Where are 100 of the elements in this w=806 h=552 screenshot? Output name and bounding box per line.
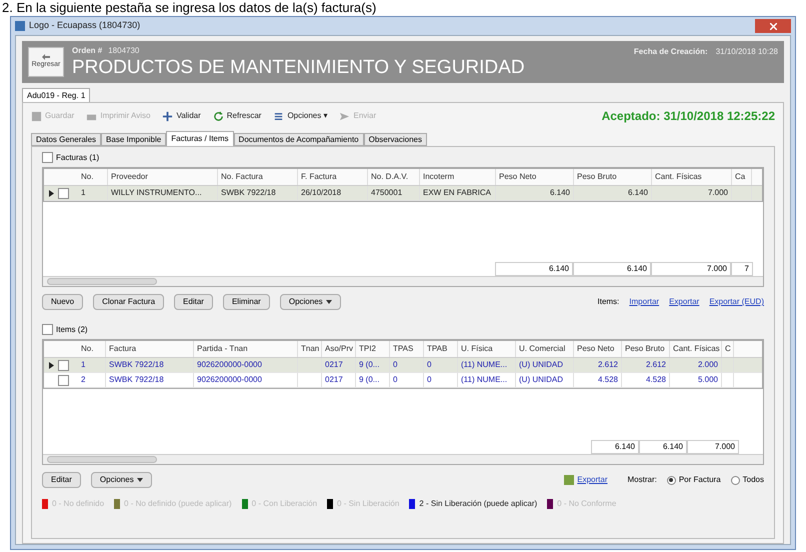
action-button[interactable]: Opciones <box>90 472 152 488</box>
column-header[interactable]: Factura <box>106 341 194 357</box>
column-header[interactable]: Cant. Físicas <box>670 341 722 357</box>
column-header[interactable]: Peso Bruto <box>622 341 670 357</box>
link[interactable]: Exportar <box>669 296 700 308</box>
close-button[interactable] <box>755 19 791 33</box>
column-header[interactable]: TPAS <box>390 341 424 357</box>
link[interactable]: Importar <box>629 296 660 308</box>
table-cell: 0217 <box>322 358 356 372</box>
tab[interactable]: Observaciones <box>364 133 427 146</box>
table-cell: SWBK 7922/18 <box>106 373 194 387</box>
date-label: Fecha de Creación: <box>634 46 708 58</box>
column-header[interactable]: Partida - Tnan <box>194 341 298 357</box>
table-cell: (11) NUME... <box>458 373 516 387</box>
checkbox[interactable] <box>42 324 53 335</box>
table-cell: 6.140 <box>496 186 574 200</box>
table-cell: 2.612 <box>574 358 622 372</box>
column-header[interactable]: U. Física <box>458 341 516 357</box>
table-cell: (U) UNIDAD <box>516 358 574 372</box>
tab[interactable]: Documentos de Acompañamiento <box>234 133 364 146</box>
link[interactable]: Exportar (EUD) <box>709 296 764 308</box>
action-button[interactable]: Nuevo <box>42 294 84 310</box>
column-header[interactable]: No. Factura <box>218 169 298 185</box>
table-cell: 9026200000-0000 <box>194 358 298 372</box>
toolbar-button[interactable]: Validar <box>162 110 201 122</box>
tab[interactable]: Base Imponible <box>101 133 166 146</box>
table-row[interactable]: 1 WILLY INSTRUMENTO... SWBK 7922/18 26/10/2018 4750001 EXW EN FABRICA 6.140 6.140 7.000 <box>44 186 762 201</box>
order-label: Orden # <box>72 45 102 57</box>
column-header[interactable]: C <box>722 341 734 357</box>
column-header[interactable]: Cant. Físicas <box>652 169 732 185</box>
table-cell: WILLY INSTRUMENTO... <box>108 186 218 200</box>
table-cell: 9026200000-0000 <box>194 373 298 387</box>
column-header[interactable]: Incoterm <box>420 169 496 185</box>
toolbar-button[interactable]: Opciones ▾ <box>273 110 328 122</box>
column-header[interactable]: Aso/Prv <box>322 341 356 357</box>
horizontal-scrollbar[interactable] <box>43 276 763 286</box>
toolbar-button[interactable]: Refrescar <box>212 110 262 122</box>
table-cell: 0 <box>390 373 424 387</box>
page-title: PRODUCTOS DE MANTENIMIENTO Y SEGURIDAD <box>72 57 525 79</box>
checkbox[interactable] <box>58 374 69 386</box>
column-header[interactable]: F. Factura <box>298 169 368 185</box>
table-cell: SWBK 7922/18 <box>218 186 298 200</box>
column-header[interactable]: TPI2 <box>356 341 390 357</box>
column-header[interactable]: No. <box>78 341 106 357</box>
dropdown-icon <box>136 478 143 482</box>
column-header[interactable]: Peso Neto <box>496 169 574 185</box>
action-button[interactable]: Eliminar <box>222 294 270 310</box>
app-icon <box>15 21 25 31</box>
column-header[interactable]: No. <box>78 169 108 185</box>
column-header[interactable]: TPAB <box>424 341 458 357</box>
horizontal-scrollbar[interactable] <box>43 454 763 464</box>
table-cell: 6.140 <box>574 186 652 200</box>
section-label: Items (2) <box>56 324 88 336</box>
refresh-icon <box>212 110 224 122</box>
checkbox[interactable] <box>58 188 69 198</box>
table-cell: 2 <box>78 373 106 387</box>
table-cell: 4750001 <box>368 186 420 200</box>
column-header[interactable]: U. Comercial <box>516 341 574 357</box>
checkbox[interactable] <box>58 360 69 370</box>
column-header[interactable]: Tnan <box>298 341 322 357</box>
column-header[interactable]: Peso Bruto <box>574 169 652 185</box>
table-cell: (U) UNIDAD <box>516 373 574 387</box>
table-cell: SWBK 7922/18 <box>106 358 194 372</box>
legend-label: 0 - Sin Liberación <box>337 498 400 510</box>
radio-button[interactable] <box>730 476 740 484</box>
table-cell: 5.000 <box>670 373 722 387</box>
column-header[interactable]: No. D.A.V. <box>368 169 420 185</box>
row-pointer-icon <box>48 190 54 196</box>
document-tab[interactable]: Adu019 - Reg. 1 <box>22 88 90 102</box>
table-cell: 1 <box>78 186 108 200</box>
legend-label: 2 - Sin Liberación (puede aplicar) <box>419 498 538 510</box>
export-link[interactable]: Exportar <box>564 474 608 486</box>
table-row[interactable]: 2 SWBK 7922/18 9026200000-0000 0217 9 (0... 0 0 (11) NUME... (U) UNIDAD 4.528 4.528 5.000 <box>44 373 762 388</box>
column-header[interactable]: Peso Neto <box>574 341 622 357</box>
table-cell: 0 <box>390 358 424 372</box>
table-cell: 7.000 <box>652 186 732 200</box>
items-label: Items: <box>598 296 620 308</box>
action-button[interactable]: Clonar Factura <box>93 294 164 310</box>
table-cell: 4.528 <box>622 373 670 387</box>
section-label: Facturas (1) <box>56 152 100 164</box>
total-cell: 6.140 <box>591 440 639 454</box>
action-button[interactable]: Editar <box>42 472 81 488</box>
radio-label: Por Factura <box>678 474 721 486</box>
column-header[interactable]: Proveedor <box>108 169 218 185</box>
table-cell: 26/10/2018 <box>298 186 368 200</box>
table-row[interactable]: 1 SWBK 7922/18 9026200000-0000 0217 9 (0... 0 0 (11) NUME... (U) UNIDAD 2.612 2.612 2.000 <box>44 358 762 373</box>
caption: 2. En la siguiente pestaña se ingresa los datos de la(s) factura(s) <box>1 0 378 15</box>
table-cell: 0 <box>424 358 458 372</box>
table-cell: 2.612 <box>622 358 670 372</box>
legend-label: 0 - No definido <box>52 498 104 510</box>
tab[interactable]: Datos Generales <box>31 133 102 146</box>
total-cell: 7.000 <box>687 440 739 454</box>
column-header[interactable]: Ca <box>732 169 752 185</box>
action-button[interactable]: Opciones <box>280 294 341 310</box>
action-button[interactable]: Editar <box>174 294 213 310</box>
checkbox[interactable] <box>42 152 53 163</box>
tab[interactable]: Facturas / Items <box>166 131 234 146</box>
radio-button[interactable] <box>666 476 676 484</box>
table-cell: 9 (0... <box>356 358 390 372</box>
send-icon <box>339 110 350 122</box>
